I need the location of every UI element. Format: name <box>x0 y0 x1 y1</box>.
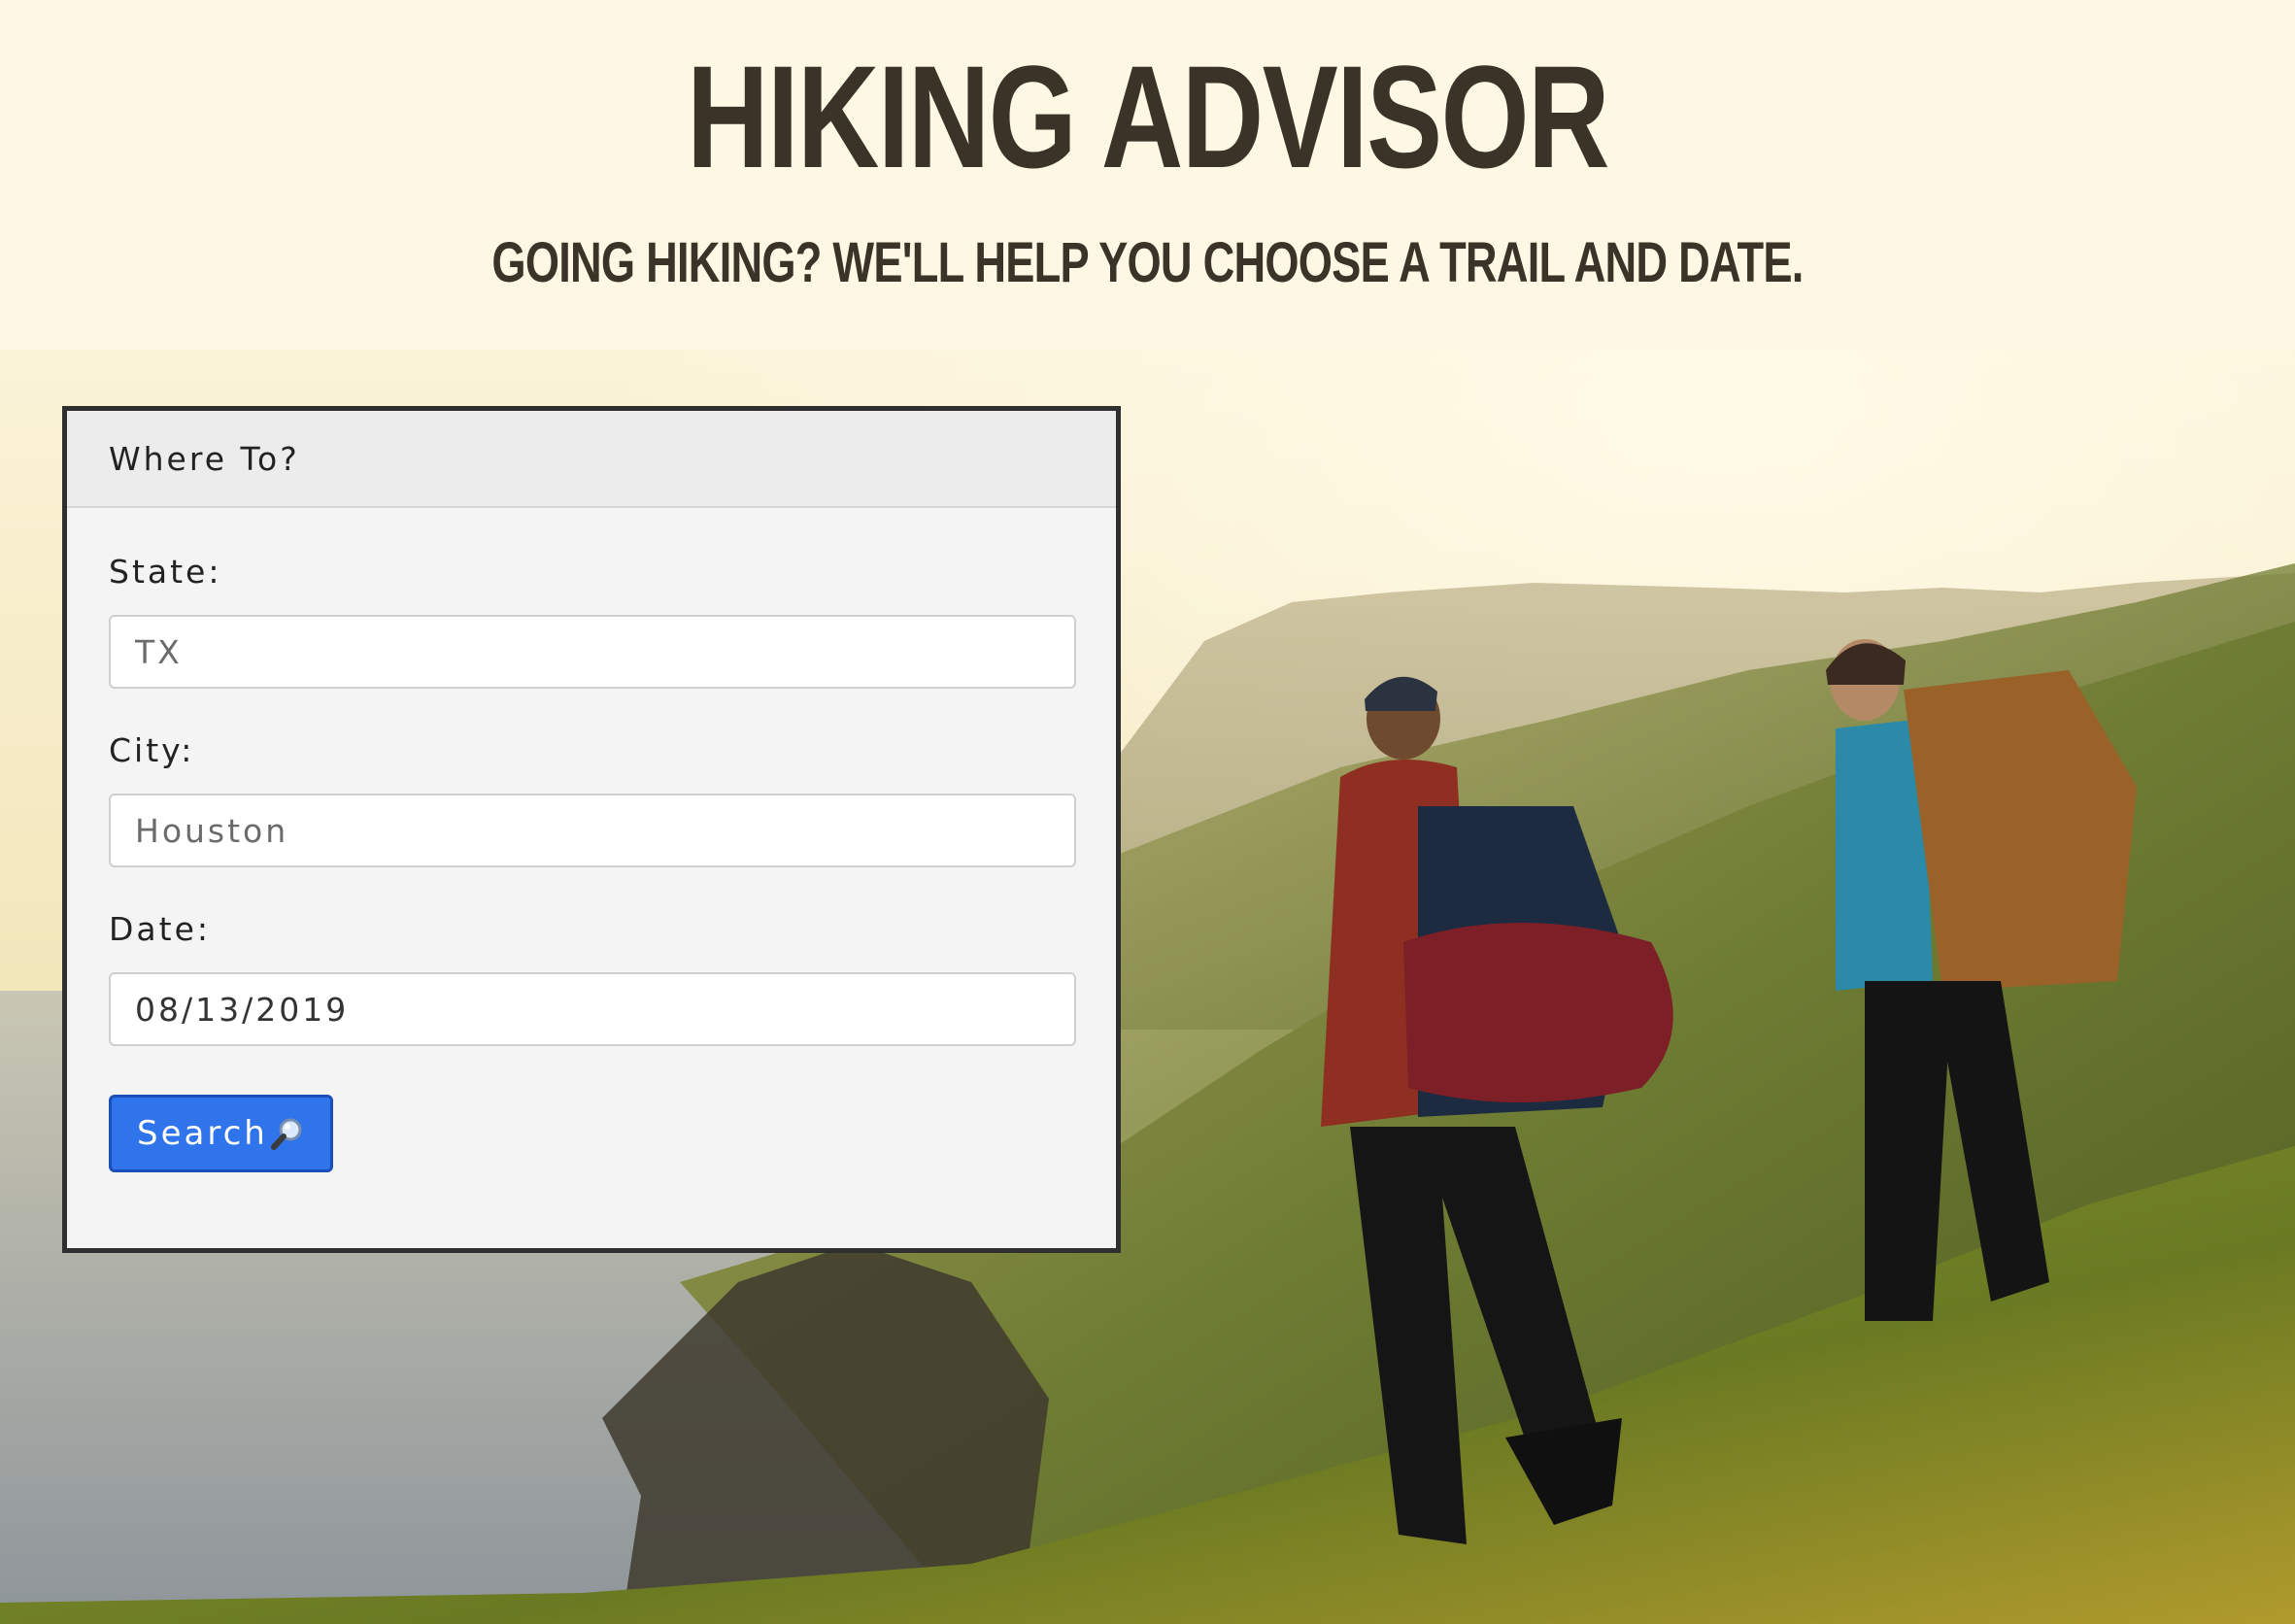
card-title: Where To? <box>109 439 300 478</box>
search-button[interactable]: Search <box>109 1095 333 1172</box>
state-input[interactable] <box>109 615 1076 689</box>
date-label: Date: <box>109 910 211 948</box>
city-label: City: <box>109 731 195 769</box>
page-subtitle: GOING HIKING? WE'LL HELP YOU CHOOSE A TR… <box>491 231 1804 294</box>
page-header: HIKING ADVISOR GOING HIKING? WE'LL HELP … <box>0 0 2295 350</box>
search-form-card: Where To? State: City: Date: Search <box>62 406 1121 1253</box>
date-input[interactable] <box>109 972 1076 1046</box>
search-button-label: Search <box>137 1114 268 1153</box>
card-header: Where To? <box>67 411 1116 508</box>
state-label: State: <box>109 553 222 591</box>
magnifying-glass-icon <box>270 1116 305 1151</box>
page: HIKING ADVISOR GOING HIKING? WE'LL HELP … <box>0 0 2295 1624</box>
page-title: HIKING ADVISOR <box>687 35 1609 198</box>
city-input[interactable] <box>109 794 1076 867</box>
card-body: State: City: Date: Search <box>67 508 1116 1172</box>
